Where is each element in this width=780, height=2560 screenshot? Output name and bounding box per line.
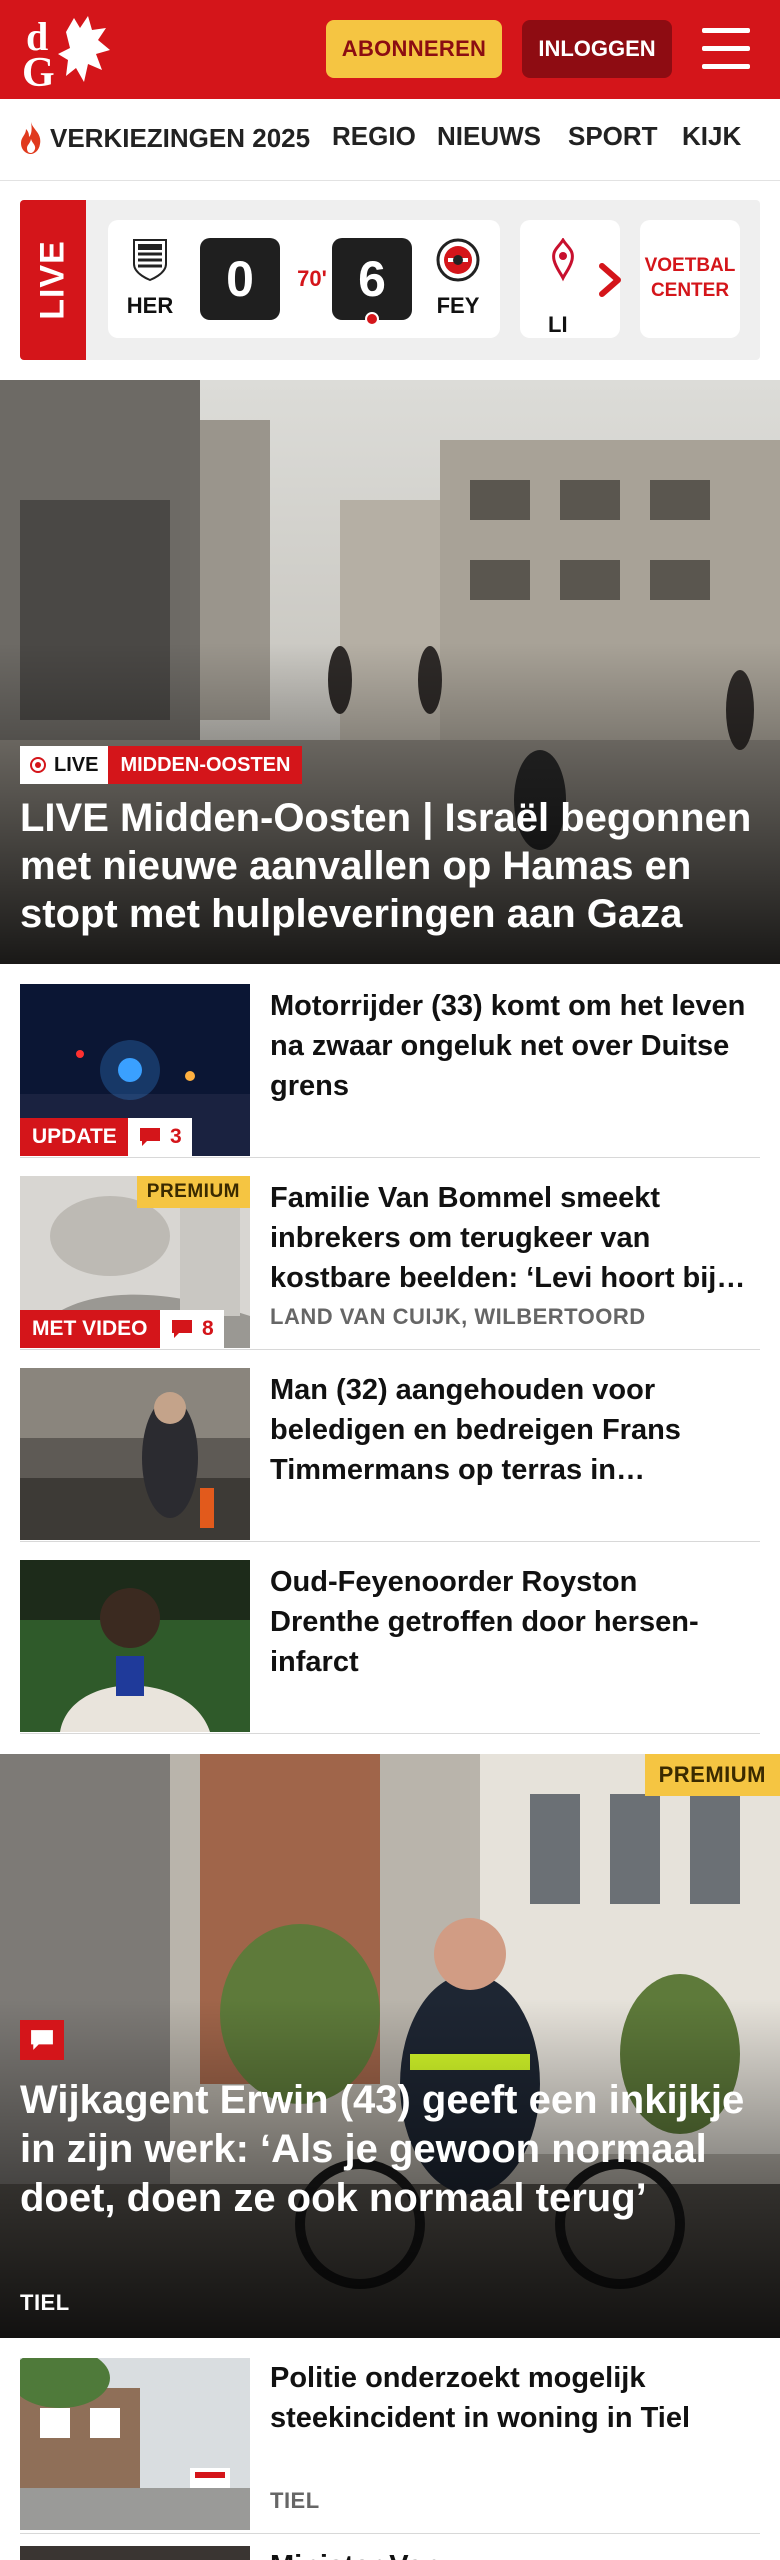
flame-icon [21,122,41,154]
logo-mark-icon: d G [22,14,110,96]
comment-count[interactable]: 3 [128,1118,192,1156]
article-thumbnail [20,2546,250,2560]
premium-badge: PREMIUM [644,1754,780,1796]
chevron-right-icon[interactable] [594,258,626,302]
menu-icon[interactable] [698,26,754,72]
article-location: LAND VAN CUIJK, WILBERTOORD [270,1304,646,1329]
nav-item-regio[interactable]: REGIO [332,121,416,152]
away-team: FEY [428,238,488,319]
live-badge: LIVE [20,200,86,360]
next-team-abbr: LI [548,312,568,337]
article-title[interactable]: Man (32) aangehouden voor beledigen en b… [270,1370,750,1490]
logo[interactable]: d G [22,10,114,96]
live-tag: LIVE [20,746,109,784]
article-item[interactable]: Politie onderzoekt mogelijk steekinciden… [20,2338,760,2534]
article-title[interactable]: Politie onderzoekt mogelijk steekinciden… [270,2358,750,2438]
feature-location: TIEL [20,2290,70,2315]
nav-label: VERKIEZINGEN 2025 [50,122,311,153]
article-thumbnail [20,1368,250,1540]
article-thumbnail: PREMIUM MET VIDEO 8 [20,1176,250,1348]
live-dot-icon [30,757,46,773]
video-badge: MET VIDEO [20,1310,160,1348]
voetbal-center-link[interactable]: VOETBAL CENTER [640,220,740,338]
article-title[interactable]: Familie Van Bommel smeekt inbrekers om t… [270,1178,750,1298]
live-scores-strip: LIVE HER 0 70' 6 FEY LI VOETBAL CENTER [20,200,760,360]
nav-item-sport[interactable]: SPORT [568,121,658,152]
article-item[interactable]: PREMIUM MET VIDEO 8 Familie Van Bommel s… [20,1158,760,1350]
article-item[interactable]: Man (32) aangehouden voor beledigen en b… [20,1350,760,1542]
article-thumbnail [20,1560,250,1732]
article-location: TIEL [270,2488,320,2513]
main-nav: VERKIEZINGEN 2025 REGIO NIEUWS SPORT KIJ… [0,99,780,181]
home-team: HER [120,238,180,319]
premium-badge: PREMIUM [136,1176,250,1208]
update-badge: UPDATE [20,1118,129,1156]
feature-article[interactable]: PREMIUM Wijkagent Erwin (43) geeft een i… [0,1754,780,2338]
match-card[interactable]: HER 0 70' 6 FEY [108,220,500,338]
article-title[interactable]: Oud-Feyenoorder Royston Drenthe getroffe… [270,1562,750,1682]
svg-text:G: G [22,50,55,90]
heracles-crest-icon [133,239,167,282]
hero-title[interactable]: LIVE Midden-Oosten | Israël begonnen met… [20,794,760,938]
article-item[interactable]: Oud-Feyenoorder Royston Drenthe getroffe… [20,1542,760,1734]
article-thumbnail: UPDATE 3 [20,984,250,1156]
subscribe-button[interactable]: ABONNEREN [326,20,502,78]
comment-icon [140,1128,160,1146]
article-item[interactable]: UPDATE 3 Motorrijder (33) komt om het le… [20,966,760,1158]
hero-article[interactable]: LIVE MIDDEN-OOSTEN LIVE Midden-Oosten | … [0,380,780,964]
article-thumbnail [20,2358,250,2530]
article-title[interactable]: Motorrijder (33) komt om het leven na zw… [270,986,750,1106]
nav-item-verkiezingen[interactable]: VERKIEZINGEN 2025 [18,121,310,155]
goal-indicator [365,312,379,326]
home-score: 0 [200,238,280,320]
feyenoord-crest-icon [436,238,480,282]
hero-tags: LIVE MIDDEN-OOSTEN [20,746,303,784]
nav-item-kijk[interactable]: KIJK [682,121,741,152]
article-title[interactable]: Minister Van ... [270,2546,750,2560]
article-item[interactable]: Minister Van ... [20,2534,760,2560]
away-team-abbr: FEY [436,293,480,318]
login-button[interactable]: INLOGGEN [522,20,672,78]
match-minute: 70' [297,266,327,291]
away-score: 6 [332,238,412,320]
liverpool-crest-icon [552,238,574,282]
comment-count[interactable]: 8 [160,1310,224,1348]
comment-icon [172,1320,192,1338]
home-team-abbr: HER [126,293,174,318]
feature-gradient [0,1754,780,2338]
site-header: d G ABONNEREN INLOGGEN [0,0,780,99]
nav-item-nieuws[interactable]: NIEUWS [437,121,541,152]
comment-icon[interactable] [20,2020,64,2060]
feature-title[interactable]: Wijkagent Erwin (43) geeft een inkijkje … [20,2076,760,2223]
category-tag[interactable]: MIDDEN-OOSTEN [108,746,303,784]
